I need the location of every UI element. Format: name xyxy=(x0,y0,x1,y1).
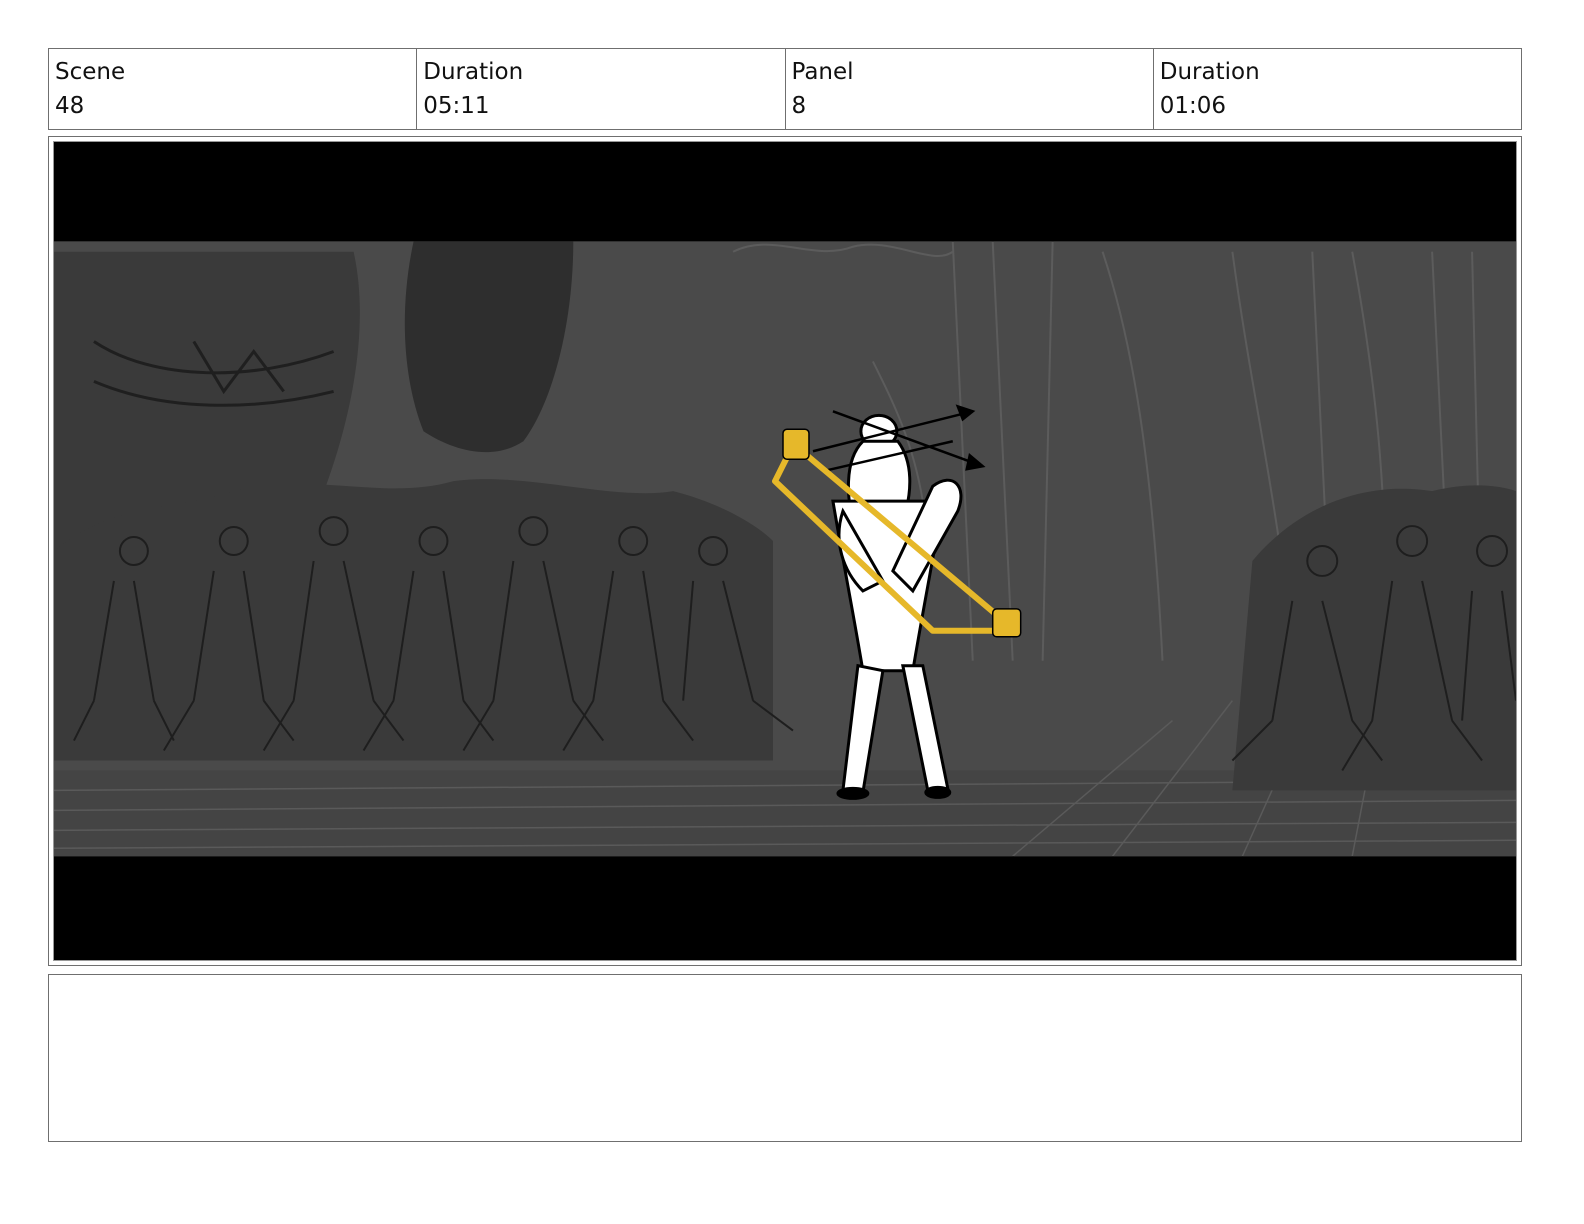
scene-duration-label: Duration xyxy=(423,59,524,85)
crowd-left xyxy=(54,479,794,761)
storyboard-panel-frame xyxy=(48,136,1522,966)
letterbox-top xyxy=(54,142,1516,242)
scene-duration-cell: Duration 05:11 xyxy=(417,49,786,129)
notes-box xyxy=(48,974,1522,1142)
storyboard-sketch-image xyxy=(53,141,1517,961)
scene-cell: Scene 48 xyxy=(49,49,418,129)
panel-info-table: Scene 48 Duration 05:11 Panel 8 Duration… xyxy=(48,48,1522,130)
panel-value: 8 xyxy=(791,93,807,119)
letterbox-bottom xyxy=(54,856,1516,960)
scene-value: 48 xyxy=(55,93,85,119)
panel-label: Panel xyxy=(791,59,854,85)
panel-cell: Panel 8 xyxy=(786,49,1154,129)
panel-duration-cell: Duration 01:06 xyxy=(1154,49,1521,129)
panel-duration-label: Duration xyxy=(1159,59,1260,85)
scene-label: Scene xyxy=(55,59,126,85)
scene-duration-value: 05:11 xyxy=(423,93,490,119)
panel-duration-value: 01:06 xyxy=(1159,93,1227,119)
